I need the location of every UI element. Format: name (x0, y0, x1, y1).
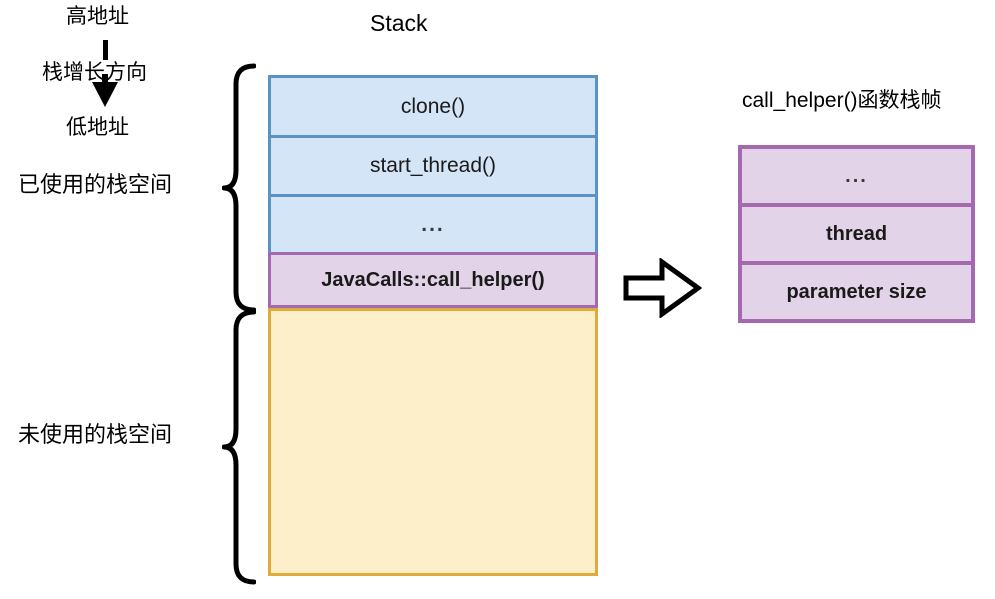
unused-stack-area[interactable] (268, 308, 598, 576)
detail-panel-column: ... thread parameter size (738, 145, 975, 323)
detail-row-ellipsis[interactable]: ... (738, 145, 975, 207)
detail-row-label: parameter size (786, 280, 927, 303)
down-arrow-icon (92, 82, 118, 107)
stack-column: clone() start_thread() ... JavaCalls::ca… (268, 75, 598, 576)
stack-frame-ellipsis[interactable]: ... (268, 194, 598, 255)
used-region-brace (222, 63, 256, 313)
unused-region-brace (222, 309, 256, 585)
low-address-label: 低地址 (66, 116, 129, 139)
diagram-canvas: 高地址 栈增长方向 低地址 已使用的栈空间 未使用的栈空间 Stack clon… (0, 0, 995, 599)
stack-frame-label: ... (421, 212, 445, 236)
stack-title: Stack (370, 10, 428, 36)
stack-frame-label: JavaCalls::call_helper() (321, 268, 545, 291)
detail-panel-title: call_helper()函数栈帧 (742, 89, 942, 112)
detail-row-parameter-size[interactable]: parameter size (738, 261, 975, 323)
used-stack-region-label: 已使用的栈空间 (18, 172, 173, 197)
block-right-arrow-icon (623, 258, 702, 318)
stack-frame-label: start_thread() (369, 154, 497, 177)
growth-arrow-shaft (103, 40, 108, 60)
stack-growth-direction-label: 栈增长方向 (42, 61, 147, 84)
unused-stack-region-label: 未使用的栈空间 (18, 422, 173, 447)
stack-frame-call-helper[interactable]: JavaCalls::call_helper() (268, 252, 598, 308)
stack-frame-label: clone() (400, 94, 466, 118)
detail-row-label: thread (825, 222, 888, 245)
stack-frame-start-thread[interactable]: start_thread() (268, 135, 598, 197)
detail-row-label: ... (845, 164, 868, 187)
stack-frame-clone[interactable]: clone() (268, 75, 598, 138)
detail-row-thread[interactable]: thread (738, 203, 975, 265)
high-address-label: 高地址 (66, 5, 129, 28)
